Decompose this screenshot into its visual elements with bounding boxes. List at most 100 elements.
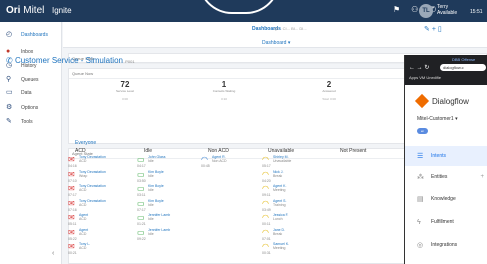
stat-sub: 0:00 (122, 97, 128, 101)
agent-tile[interactable]: ◠ Agent S. Training 03:49 (262, 199, 310, 212)
sidebar-item-label: Queues (21, 76, 39, 83)
agent-tile[interactable]: ◠ Shirley M. Unavailable 05:17 (262, 155, 310, 168)
agent-state-icon: ✉ (68, 227, 75, 237)
browser-nav: ← → ↻ (409, 64, 429, 71)
agent-tile[interactable]: ▭ Jennifer Lamb Idle 01:21 (137, 213, 185, 226)
dashboard-dropdown[interactable]: Dashboard ▾ (262, 40, 290, 46)
agent-state-icon: ◠ (262, 227, 269, 237)
agent-tile[interactable]: ◠ Jane D. Break 07:01 (262, 228, 310, 241)
agent-tile[interactable]: ✉ Tony Devastation ACD 04:16 (68, 155, 116, 168)
agent-tile[interactable]: ▭ Kim Boyle Idle 03:11 (137, 184, 185, 197)
menu-item-entities[interactable]: ⁂ Entities + (405, 167, 487, 187)
address-bar[interactable]: dialogflow.c (440, 64, 486, 71)
menu-item-label: Intents (431, 153, 447, 159)
clock: 15:51 (470, 9, 483, 15)
menu-item-label: Entities (431, 174, 448, 180)
agent-group-label[interactable]: Everyone (75, 140, 96, 146)
queue-title[interactable]: ✆ Customer Service - Simulation P001 (6, 56, 135, 65)
agent-tile[interactable]: ✉ Tony Devastation Wrap 07:10 (68, 170, 116, 183)
agent-status: Meeting (273, 188, 286, 192)
stat-service-level: 72 Service Level 0:00 (85, 80, 165, 101)
sidebar-item-tools[interactable]: ✎ Tools (6, 118, 33, 125)
add-icon[interactable]: + (432, 26, 436, 33)
bookmarks-bar[interactable]: Apps VM Unedifie (409, 75, 441, 80)
agent-tile[interactable]: ◠ Samuel K. Meeting 00:31 (262, 242, 310, 255)
agent-tile[interactable]: ◠ Jessica F. Lunch 00:11 (262, 213, 310, 226)
avatar[interactable]: TL (419, 4, 433, 18)
back-icon[interactable]: ← (409, 65, 415, 71)
agent-tile[interactable]: ▭ John Glass Idle 04:17 (137, 155, 185, 168)
menu-item-label: Fulfillment (431, 219, 454, 225)
browser-link[interactable]: DBB Offense (452, 57, 475, 62)
agent-state-icon: ▭ (137, 227, 145, 237)
agent-tile[interactable]: ✉ Agent ACD 05:11 (68, 213, 116, 226)
agent-state-icon: ▭ (137, 184, 145, 193)
agent-state-icon: ◠ (262, 155, 269, 164)
flag-icon[interactable]: ⚑ (393, 5, 400, 14)
sidebar-item-queues[interactable]: ⚲ Queues (6, 76, 39, 83)
agent-status: Meeting (273, 246, 286, 250)
agent-time: 07:01 (262, 236, 271, 241)
agent-state-icon: ◠ (262, 242, 269, 251)
stat-value: 72 (120, 80, 130, 89)
agent-tile[interactable]: ◠ Agent R. Non ACD 00:45 (201, 155, 249, 168)
agent-state-icon: ◠ (262, 169, 269, 179)
sidebar-item-dashboards[interactable]: ◴ Dashboards (6, 31, 48, 38)
team-icon[interactable]: ⚇ (411, 5, 418, 14)
agent-time: 04:20 (262, 178, 271, 183)
tab-toolbar: ✎ + ▯ (424, 25, 442, 33)
agent-status: Idle (148, 159, 154, 163)
edit-icon[interactable]: ✎ (424, 26, 430, 33)
gear-icon: ⚙ (6, 104, 13, 111)
delete-icon[interactable]: ▯ (438, 26, 442, 33)
queue-id: P001 (125, 59, 135, 64)
agent-tile[interactable]: ✉ Tony L. ACD 00:21 (68, 242, 116, 255)
sidebar-item-label: Tools (21, 118, 33, 125)
agent-tile[interactable]: ◠ Nick J. Break 04:20 (262, 170, 310, 183)
intents-icon: ☰ (417, 153, 424, 160)
agent-tile[interactable]: ▭ Kim Boyle Idle 07:17 (137, 199, 185, 212)
agent-tile[interactable]: ▭ Kim Boyle Idle 03:50 (137, 170, 185, 183)
stat-sub: 0:10 (221, 97, 227, 101)
agent-tile[interactable]: ✉ Agent ACD 05:22 (68, 228, 116, 241)
agent-status: ACD (79, 217, 87, 221)
agent-tile[interactable]: ▭ Jennifer Lamb Idle 09:22 (137, 228, 185, 241)
column-not-present: Not Present (340, 148, 367, 154)
sidebar-item-data[interactable]: ▭ Data (6, 89, 32, 96)
decorative-arc (198, 0, 280, 14)
language-pill[interactable]: en (417, 128, 428, 134)
agent-time: 03:50 (137, 178, 146, 183)
agent-status: Training (273, 202, 286, 207)
agent-time: 05:11 (68, 222, 77, 226)
column-non-acd: Non ACD (208, 148, 229, 154)
agent-state-icon: ▭ (137, 198, 145, 208)
add-entity-icon[interactable]: + (480, 174, 484, 180)
sidebar-item-inbox[interactable]: ● Inbox (6, 48, 33, 55)
forward-icon[interactable]: → (417, 65, 423, 71)
menu-item-label: Knowledge (431, 196, 456, 202)
agent-status: Lunch (273, 217, 283, 221)
menu-item-intents[interactable]: ☰ Intents (405, 146, 487, 166)
collapse-chevron-icon[interactable]: ‹ (52, 250, 54, 257)
menu-item-knowledge[interactable]: ▤ Knowledge (405, 189, 487, 209)
dashboard-icon: ◴ (6, 31, 13, 38)
app-name: Ignite (52, 6, 72, 15)
stat-answered: 2 Answered Total: 0:00 (289, 80, 369, 101)
chevron-down-icon: ▾ (455, 116, 458, 122)
agent-tile[interactable]: ◠ Agent K. Meeting 09:11 (262, 184, 310, 197)
agent-time: 03:11 (137, 193, 146, 197)
reload-icon[interactable]: ↻ (424, 65, 429, 71)
user-info[interactable]: Terry Available (437, 4, 457, 16)
agent-selector[interactable]: Mitel-Customer1 ▾ (417, 116, 458, 122)
agent-status: Break (273, 231, 283, 236)
brand-prefix: Ori (6, 5, 21, 16)
agent-tile[interactable]: ✉ Tony Devastation ACD 07:16 (68, 199, 116, 212)
sidebar-item-options[interactable]: ⚙ Options (6, 104, 38, 111)
tab-others[interactable]: QI... CI... BI... DI... (274, 26, 307, 31)
stat-value: 2 (326, 80, 332, 89)
agent-state-icon: ✉ (68, 213, 75, 222)
agent-tile[interactable]: ✉ Tony Devastation ACD 07:17 (68, 184, 116, 197)
menu-item-fulfillment[interactable]: ϟ Fulfillment (405, 212, 487, 232)
user-status: Available (437, 10, 458, 16)
menu-item-integrations[interactable]: ◎ Integrations (405, 235, 487, 255)
